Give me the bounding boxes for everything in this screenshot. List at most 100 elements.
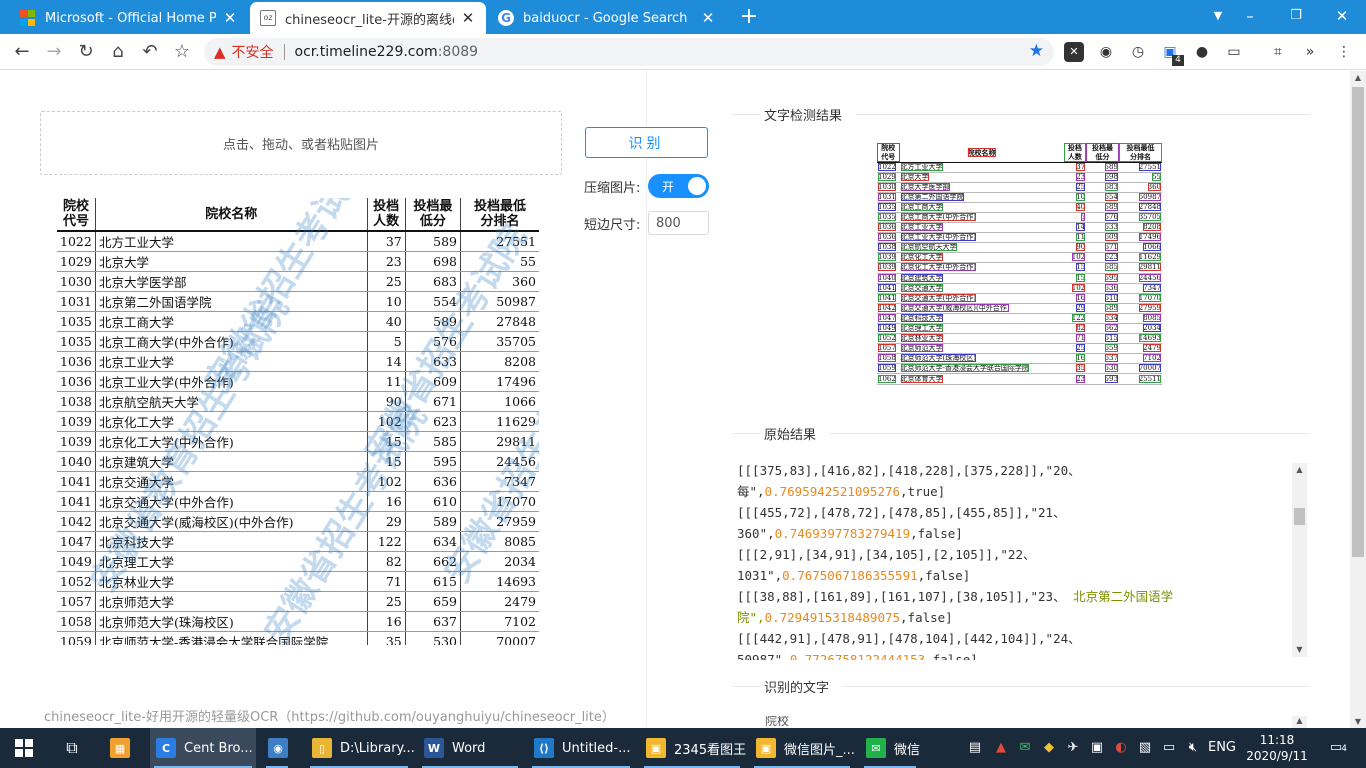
tray-app-icon[interactable]: ✈ (1062, 728, 1084, 768)
tray-printer-icon[interactable]: ▤ (964, 728, 986, 768)
scroll-down-icon[interactable]: ▼ (1350, 717, 1366, 726)
image-dropzone[interactable]: 点击、拖动、或者粘贴图片 (40, 111, 562, 175)
detection-row: 1040 北京建筑大学 15 595 24456 (877, 273, 1162, 284)
recognized-text: 院校 (765, 716, 790, 728)
task-view-icon[interactable]: ⧉ (56, 728, 88, 768)
menu-icon[interactable]: ⋮ (1334, 42, 1354, 62)
crop-icon[interactable]: ⌗ (1268, 42, 1288, 62)
home-icon[interactable]: ⌂ (106, 40, 130, 64)
reload-icon[interactable]: ↻ (74, 40, 98, 64)
scroll-thumb[interactable] (1294, 508, 1305, 525)
start-button[interactable] (6, 728, 42, 768)
detection-box: 北京工商大学(中外合作) (900, 213, 977, 222)
taskbar-app-3[interactable]: W Word (418, 728, 522, 768)
bookmark-star-icon[interactable]: ★ (1029, 41, 1044, 61)
tab-title: chineseocr_lite-开源的离线ocr (285, 12, 454, 28)
detection-box: 北京大学医学部 (900, 182, 950, 191)
det-code: 1052 (877, 333, 900, 345)
input-language[interactable]: ENG (1206, 728, 1238, 768)
tab-microsoft[interactable]: Microsoft - Official Home Page ✕ (10, 2, 248, 34)
scroll-thumb[interactable] (1352, 87, 1364, 557)
record-icon[interactable]: ● (1192, 42, 1212, 62)
taskbar-app-7[interactable]: ✉ 微信 (860, 728, 920, 768)
det-minscore: 554 (1086, 192, 1119, 203)
scroll-up-icon[interactable]: ▲ (1350, 73, 1366, 82)
tray-app-icon[interactable]: ▲ (990, 728, 1012, 768)
tray-wechat-icon[interactable]: ✉ (1014, 728, 1036, 768)
det-name: 北京工商大学(中外合作) (899, 212, 1064, 224)
cell-rank: 27551 (460, 231, 539, 252)
network-icon[interactable]: ▭ (1158, 728, 1180, 768)
cell-count: 35 (367, 631, 406, 645)
address-bar[interactable]: ▲ 不安全 ocr.timeline229.com:8089 ★ (204, 38, 1054, 66)
cell-name: 北京师范大学 (95, 591, 368, 612)
clock-icon[interactable]: ◷ (1128, 42, 1148, 62)
compress-toggle[interactable]: 开 (648, 174, 709, 198)
detection-row: 1039 北京化工大学 102 623 11629 (877, 252, 1162, 264)
scroll-up-icon[interactable]: ▲ (1292, 463, 1307, 477)
det-name: 北京师范大学(珠海校区) (899, 353, 1064, 365)
tray-app-icon[interactable]: ▣ (1086, 728, 1108, 768)
cell-minscore: 634 (405, 531, 462, 552)
volume-muted-icon[interactable]: 🔇︎ (1182, 728, 1204, 768)
detection-row: 1035 北京工商大学 40 589 27848 (877, 202, 1162, 213)
det-name: 北京体育大学 (899, 373, 1064, 385)
system-clock[interactable]: 11:18 2020/9/11 (1246, 732, 1308, 764)
minimize-icon[interactable]: – (1228, 0, 1272, 34)
screenshot-icon[interactable]: ▭ (1224, 42, 1244, 62)
close-tab-icon[interactable]: ✕ (700, 9, 716, 27)
det-minscore: 595 (1086, 273, 1119, 284)
taskbar-app-4[interactable]: ⟨⟩ Untitled-... (528, 728, 634, 768)
insecure-label[interactable]: 不安全 (232, 42, 274, 62)
recognize-button[interactable]: 识别 (585, 127, 708, 158)
extension-x-icon[interactable]: ✕ (1064, 42, 1084, 62)
recognized-text-area[interactable]: 院校 (737, 716, 1307, 728)
tray-app-icon[interactable]: ◐ (1110, 728, 1132, 768)
taskbar-app-1[interactable]: ◉ (262, 728, 292, 768)
taskbar-app-5[interactable]: ▣ 2345看图王 (640, 728, 746, 768)
detection-box: 102 (1071, 253, 1086, 262)
tab-manager-icon[interactable]: ▣ 4 (1160, 42, 1184, 66)
detection-box: 1052 (878, 334, 896, 343)
notification-icon[interactable]: ▭ 4 (1322, 728, 1350, 768)
new-tab-button[interactable]: + (737, 4, 761, 30)
forward-icon[interactable]: → (42, 40, 66, 64)
detection-result-image: 院校 代号 院校名称 投档 人数 投档最 低分 投档最低 分排名 1022 北方工… (877, 143, 1162, 405)
tab-google-search[interactable]: G baiduocr - Google Search ✕ (488, 2, 726, 34)
det-count: 102 (1063, 283, 1087, 294)
raw-result-textarea[interactable]: [[[375,83],[416,82],[418,228],[375,228]]… (737, 460, 1307, 660)
detection-box: 90 (1076, 243, 1086, 252)
short-side-input[interactable] (648, 211, 709, 235)
cell-name: 北京科技大学 (95, 531, 368, 552)
detection-table-header: 院校 代号 院校名称 投档 人数 投档最 低分 投档最低 分排名 (877, 143, 1162, 163)
taskbar-app-0[interactable]: C Cent Bro... (150, 728, 256, 768)
taskbar-app-2[interactable]: ▯ D:\Library... (306, 728, 415, 768)
bookmark-outline-icon[interactable]: ☆ (170, 40, 194, 64)
close-tab-icon[interactable]: ✕ (222, 9, 238, 27)
scroll-down-icon[interactable]: ▼ (1292, 643, 1307, 657)
page-scrollbar[interactable]: ▲ ▼ (1350, 71, 1366, 728)
tray-app-icon[interactable]: ◆ (1038, 728, 1060, 768)
taskbar-app-6[interactable]: ▣ 微信图片_... (750, 728, 855, 768)
tray-app-icon[interactable]: ▧ (1134, 728, 1156, 768)
det-rank: 25511 (1118, 373, 1162, 385)
det-name: 北京化工大学 (899, 252, 1064, 264)
raw-result-segment: 0.7726758122444153 (789, 652, 926, 660)
eye-icon[interactable]: ◉ (1096, 42, 1116, 62)
back-icon[interactable]: ← (10, 40, 34, 64)
store-icon[interactable]: ▦ (104, 728, 136, 768)
cell-count: 15 (367, 431, 406, 452)
cell-count: 16 (367, 611, 406, 632)
raw-result-segment: ,false] (917, 568, 971, 583)
column-divider (646, 71, 647, 728)
undo-close-icon[interactable]: ↶ (138, 40, 162, 64)
recognized-text-scrollbar[interactable]: ▲ (1292, 716, 1307, 728)
tab-chineseocr[interactable]: oz chineseocr_lite-开源的离线ocr ✕ (250, 2, 486, 34)
restore-icon[interactable]: ❐ (1274, 0, 1318, 34)
det-rank: 17070 (1118, 293, 1162, 304)
window-close-icon[interactable]: ✕ (1320, 0, 1364, 34)
raw-result-scrollbar[interactable]: ▲ ▼ (1292, 463, 1307, 657)
more-extensions-icon[interactable]: » (1300, 42, 1320, 62)
app-label: Untitled-... (562, 740, 631, 756)
close-tab-icon[interactable]: ✕ (460, 9, 476, 27)
